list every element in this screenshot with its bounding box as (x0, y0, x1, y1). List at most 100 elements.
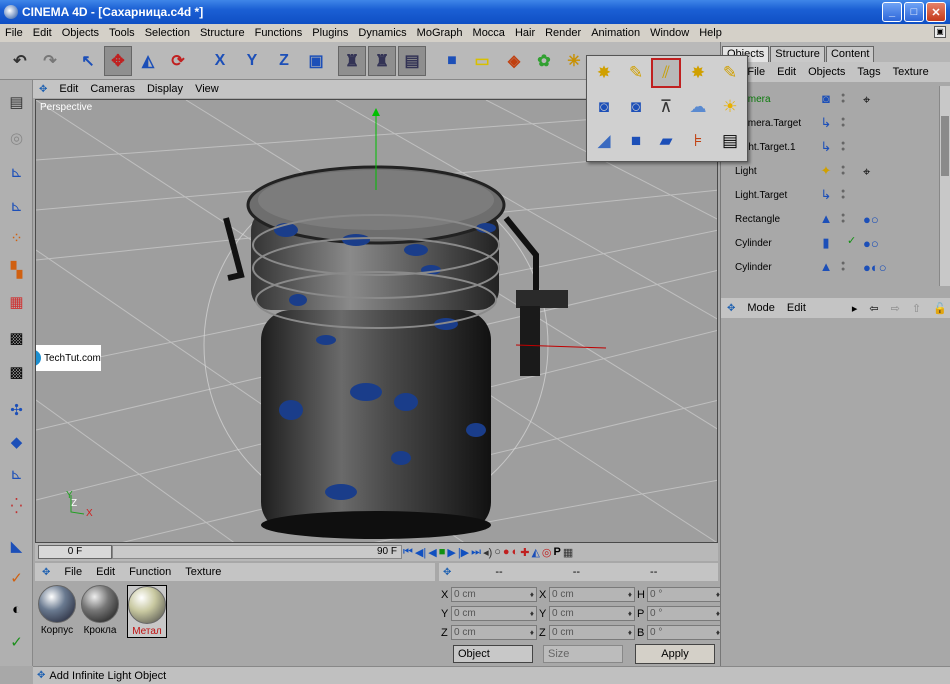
world-coords-icon[interactable]: ▣ (302, 46, 330, 76)
object-row[interactable]: Rectangle ▲ ● ● ●○ (721, 208, 939, 232)
polygons-mode-icon[interactable]: ▚ (3, 256, 30, 283)
record-key-icon[interactable]: ● (502, 546, 511, 558)
pin-icon[interactable]: ✥ (33, 84, 53, 95)
cube-icon[interactable]: ■ (438, 46, 466, 76)
viewport-menu-cameras[interactable]: Cameras (84, 83, 141, 95)
tab-structure[interactable]: Structure (770, 46, 825, 62)
uvw-mode-icon[interactable]: ▦ (3, 288, 30, 315)
viewport-menu-display[interactable]: Display (141, 83, 189, 95)
stop-icon[interactable]: ■ (438, 546, 447, 558)
visibility-dots-icon[interactable]: ● ● (841, 140, 845, 153)
menu-hair[interactable]: Hair (510, 27, 540, 39)
object-menu-tags[interactable]: Tags (851, 66, 886, 78)
sky-icon[interactable]: ☁ (683, 92, 713, 122)
material-tag-icon[interactable]: ●○ (863, 212, 879, 227)
camera-target-icon[interactable]: ◙ (621, 92, 651, 122)
menu-functions[interactable]: Functions (250, 27, 308, 39)
light-area-icon[interactable]: ✸ (683, 58, 713, 88)
x-axis-icon[interactable]: X (206, 46, 234, 76)
undo-icon[interactable]: ↶ (6, 46, 34, 76)
magnet-icon[interactable]: ◆ (3, 428, 30, 455)
perspective-viewport[interactable]: Y Z X Perspective T TechTut.com (35, 99, 718, 543)
minimize-button[interactable]: _ (882, 2, 902, 22)
select-arrow-icon[interactable]: ↖ (74, 46, 102, 76)
rotate-key-icon[interactable]: ◎ (541, 546, 553, 559)
menu-edit[interactable]: Edit (28, 27, 57, 39)
rotation-h-field[interactable]: 0 ° (647, 587, 723, 602)
current-frame-field[interactable]: 0 F (38, 545, 112, 559)
visibility-dots-icon[interactable]: ● ● (841, 212, 845, 225)
menu-selection[interactable]: Selection (140, 27, 195, 39)
smooth-icon[interactable]: ◣ (3, 532, 30, 559)
rotation-p-field[interactable]: 0 ° (647, 606, 723, 621)
goto-end-icon[interactable]: ⏭ (470, 546, 482, 559)
material-swatch[interactable]: Корпус (37, 585, 77, 636)
position-x-field[interactable]: 0 cm (451, 587, 537, 602)
pin-icon[interactable]: ✥ (721, 303, 741, 314)
material-tag-icon[interactable]: ●○ (863, 236, 879, 251)
point-key-icon[interactable]: ▦ (562, 546, 574, 559)
viewport-layout-icon[interactable]: ▤ (3, 88, 30, 115)
object-row[interactable]: Camera ◙ ● ● ⌖ (721, 88, 939, 112)
menu-help[interactable]: Help (694, 27, 727, 39)
y-axis-icon[interactable]: Y (238, 46, 266, 76)
rotation-b-field[interactable]: 0 ° (647, 625, 723, 640)
up-arrow-icon[interactable]: ⇧ (906, 302, 927, 315)
texture-mode-icon[interactable]: ▩ (3, 324, 30, 351)
move-icon[interactable]: ✥ (104, 46, 132, 76)
light-omni-icon[interactable]: ✸ (589, 58, 619, 88)
tab-content[interactable]: Content (825, 46, 875, 62)
light-infinite-icon[interactable]: ⫽ (651, 58, 681, 88)
target-tag-icon[interactable]: ⌖ (863, 92, 870, 108)
visibility-dots-icon[interactable]: ● ● (841, 260, 845, 273)
size-z-field[interactable]: 0 cm (549, 625, 635, 640)
object-row[interactable]: Camera.Target ↳ ● ● (721, 112, 939, 136)
menu-dynamics[interactable]: Dynamics (353, 27, 411, 39)
clapper-icon[interactable]: ▤ (715, 126, 745, 156)
menu-structure[interactable]: Structure (195, 27, 250, 39)
material-tag-icon[interactable]: ●◐○ (863, 260, 887, 275)
play-forward-icon[interactable]: ▶ (446, 546, 456, 559)
play-backward-icon[interactable]: ◀ (427, 546, 437, 559)
visibility-dots-icon[interactable]: ● ● (841, 116, 845, 129)
checker-icon[interactable]: ▩ (3, 358, 30, 385)
scrollbar-thumb[interactable] (941, 116, 949, 176)
object-row[interactable]: Light.Target ↳ ● ● (721, 184, 939, 208)
material-swatch-selected[interactable]: Метал (127, 585, 167, 638)
foreground-icon[interactable]: ■ (621, 126, 651, 156)
nurbs-icon[interactable]: ◈ (500, 46, 528, 76)
floor-icon[interactable]: ⊼ (651, 92, 681, 122)
menu-tools[interactable]: Tools (104, 27, 140, 39)
scale-icon[interactable]: ◭ (134, 46, 162, 76)
visibility-dots-icon[interactable]: ● ● (841, 92, 845, 105)
object-list-scrollbar[interactable] (939, 86, 950, 286)
material-menu-function[interactable]: Function (122, 566, 178, 578)
menu-objects[interactable]: Objects (57, 27, 104, 39)
render-view-icon[interactable]: ♜ (338, 46, 366, 76)
object-menu-objects[interactable]: Objects (802, 66, 851, 78)
scene-light-icon[interactable]: ✳ (560, 46, 588, 76)
menu-animation[interactable]: Animation (586, 27, 645, 39)
deformer-icon[interactable]: ✿ (530, 46, 558, 76)
axis-tweak-icon[interactable]: ✣ (3, 396, 30, 423)
viewport-menu-view[interactable]: View (189, 83, 225, 95)
autokey-icon[interactable]: ◐ (511, 546, 520, 558)
viewport-menu-edit[interactable]: Edit (53, 83, 84, 95)
record-off-icon[interactable]: ○ (493, 546, 502, 558)
redo-icon[interactable]: ↷ (36, 46, 64, 76)
object-menu-edit[interactable]: Edit (771, 66, 802, 78)
size-y-field[interactable]: 0 cm (549, 606, 635, 621)
sun-icon[interactable]: ☀ (715, 92, 745, 122)
menu-file[interactable]: File (0, 27, 28, 39)
object-axis-icon[interactable]: ⊾ (3, 158, 30, 185)
prev-key-icon[interactable]: ◀| (414, 546, 427, 559)
menu-plugins[interactable]: Plugins (307, 27, 353, 39)
render-settings-icon[interactable]: ▤ (398, 46, 426, 76)
maximize-button[interactable]: □ (904, 2, 924, 22)
object-row[interactable]: Cylinder ▮ ✓ ●○ (721, 232, 939, 256)
visibility-dots-icon[interactable]: ● ● (841, 188, 845, 201)
attribute-menu-mode[interactable]: Mode (741, 302, 781, 314)
coordinate-mode-select[interactable]: Object (453, 645, 533, 663)
sound-icon[interactable]: ◂) (482, 546, 493, 559)
attribute-menu-edit[interactable]: Edit (781, 302, 812, 314)
